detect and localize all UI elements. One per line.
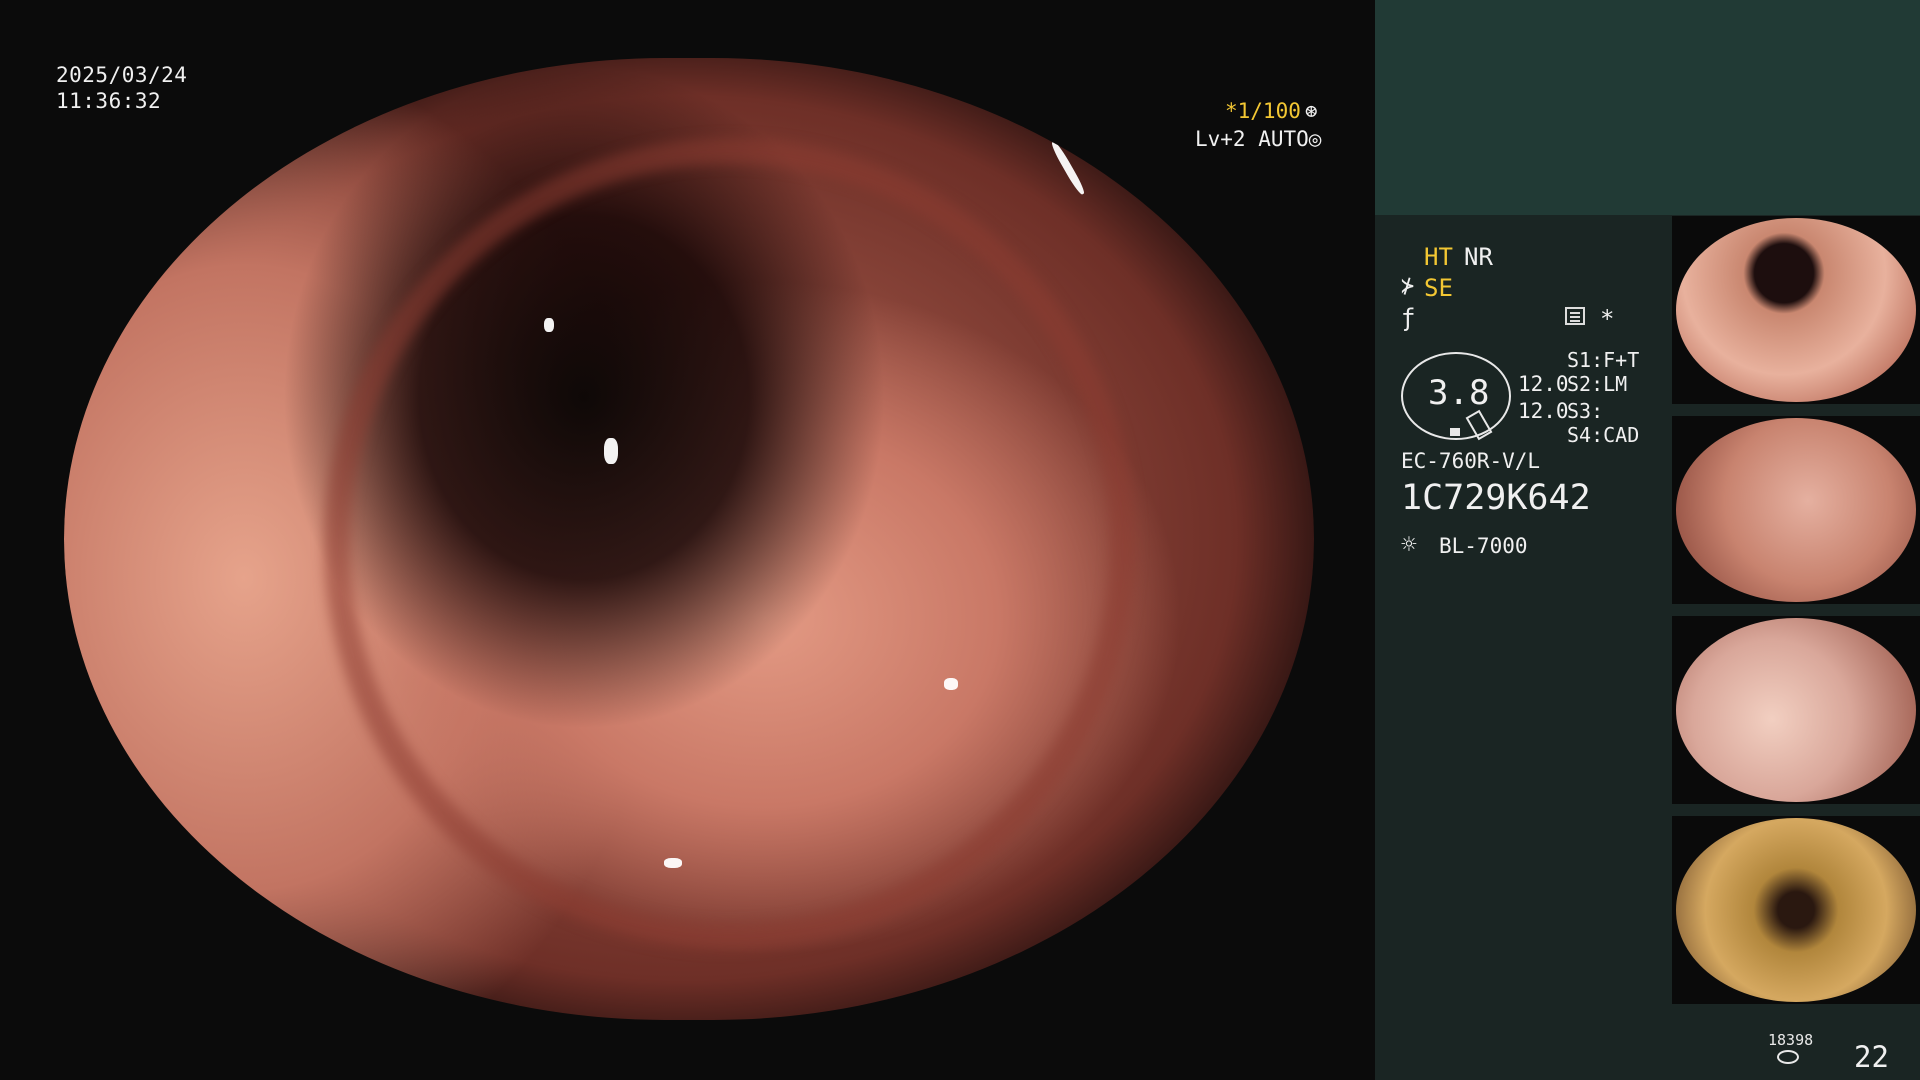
thumbnail-image (1676, 418, 1916, 602)
light-reflection (544, 318, 554, 332)
setting-value-2: 12.0 (1518, 399, 1569, 423)
light-source-label: BL-7000 (1439, 534, 1528, 558)
storage-icon (1777, 1050, 1799, 1064)
se-label: SE (1424, 274, 1453, 302)
menu-icon (1565, 307, 1585, 325)
light-reflection (1049, 140, 1087, 196)
thumbnail-image (1676, 218, 1916, 402)
shutter-icon: ⊛ (1304, 99, 1318, 123)
star-icon: * (1600, 305, 1615, 333)
capture-thumbnail[interactable] (1672, 816, 1920, 1004)
thumbnail-image (1676, 818, 1916, 1002)
setting-value-1: 12.0 (1518, 372, 1569, 396)
info-panel-header (1375, 0, 1920, 215)
scope-model: EC-760R-V/L (1401, 449, 1541, 473)
switch-3: S3: (1567, 399, 1604, 423)
storage-count: 18398 (1768, 1031, 1814, 1049)
switch-4: S4:CAD (1567, 423, 1640, 447)
scope-serial: 1C729K642 (1401, 478, 1591, 518)
light-reflection (944, 678, 958, 690)
switch-2: S2:LM (1567, 372, 1628, 396)
shutter-readout: *1/100 ⊛ (1225, 99, 1318, 123)
zoom-marker-icon (1450, 428, 1460, 436)
function-icon: ƒ (1401, 304, 1416, 332)
auto-icon: ◎ (1308, 127, 1322, 151)
light-reflection (604, 438, 618, 464)
light-source-icon: ☼ (1401, 530, 1417, 560)
thumbnail-image (1676, 618, 1916, 802)
switch-1: S1:F+T (1567, 348, 1640, 372)
mucosa-fold (324, 138, 1136, 950)
shutter-value: *1/100 (1225, 99, 1301, 123)
ht-label: HT (1424, 243, 1453, 271)
zoom-value: 3.8 (1428, 373, 1490, 413)
level-value: Lv+2 AUTO (1195, 127, 1309, 151)
structure-enhance-icon: ⊁ (1401, 274, 1415, 299)
capture-thumbnail[interactable] (1672, 416, 1920, 604)
level-readout: Lv+2 AUTO◎ (1195, 127, 1321, 151)
capture-thumbnail[interactable] (1672, 616, 1920, 804)
capture-count: 22 (1854, 1040, 1889, 1074)
endoscope-image (64, 58, 1314, 1020)
capture-thumbnail[interactable] (1672, 216, 1920, 404)
light-reflection (664, 858, 682, 868)
nr-label: NR (1464, 243, 1493, 271)
date-readout: 2025/03/24 (56, 63, 188, 87)
time-readout: 11:36:32 (56, 89, 162, 113)
